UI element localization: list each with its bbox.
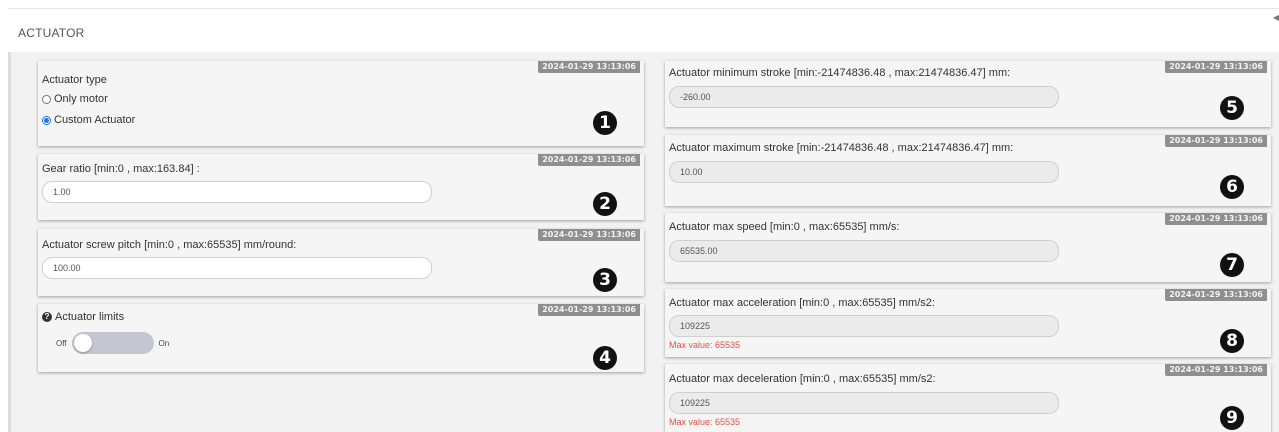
callout-number-6: 6: [1220, 175, 1244, 199]
actuator-limits-label: Actuator limits: [55, 311, 125, 323]
radio-label: Only motor: [54, 93, 108, 105]
max-stroke-label: Actuator maximum stroke [min:-21474836.4…: [669, 142, 1014, 154]
timestamp-badge: 2024-01-29 13:13:06: [1165, 213, 1267, 225]
panel-title: ACTUATOR: [18, 26, 85, 40]
min-stroke-input[interactable]: -260.00: [669, 86, 1059, 108]
max-deceleration-label: Actuator max deceleration [min:0 , max:6…: [669, 373, 936, 385]
callout-number-3: 3: [593, 268, 617, 292]
max-acceleration-label: Actuator max acceleration [min:0 , max:6…: [669, 297, 935, 309]
max-stroke-input[interactable]: 10.00: [669, 161, 1059, 183]
min-stroke-label: Actuator minimum stroke [min:-21474836.4…: [669, 67, 1011, 79]
min-stroke-card: 2024-01-29 13:13:06 Actuator minimum str…: [665, 61, 1271, 127]
max-acceleration-error: Max value: 65535: [669, 340, 741, 350]
actuator-limits-label-row: ? Actuator limits: [42, 311, 124, 323]
max-deceleration-card: 2024-01-29 13:13:06 Actuator max deceler…: [665, 364, 1271, 432]
gear-ratio-label: Gear ratio [min:0 , max:163.84] :: [42, 163, 200, 175]
callout-number-4: 4: [593, 346, 617, 370]
radio-button-selected-icon[interactable]: [42, 115, 51, 125]
callout-number-7: 7: [1220, 253, 1244, 277]
callout-number-9: 9: [1220, 406, 1244, 430]
actuator-type-card: 2024-01-29 13:13:06 Actuator type Only m…: [38, 61, 644, 146]
max-deceleration-input[interactable]: 109225: [669, 392, 1059, 414]
max-speed-card: 2024-01-29 13:13:06 Actuator max speed […: [665, 213, 1271, 282]
gear-ratio-input[interactable]: 1.00: [42, 181, 432, 203]
radio-only-motor[interactable]: Only motor: [42, 93, 108, 105]
panel-header[interactable]: ACTUATOR ◀: [8, 8, 1279, 53]
question-circle-icon[interactable]: ?: [42, 312, 52, 323]
timestamp-badge: 2024-01-29 13:13:06: [538, 229, 640, 241]
screw-pitch-card: 2024-01-29 13:13:06 Actuator screw pitch…: [38, 229, 644, 296]
timestamp-badge: 2024-01-29 13:13:06: [1165, 289, 1267, 301]
callout-number-5: 5: [1220, 96, 1244, 120]
timestamp-badge: 2024-01-29 13:13:06: [1165, 364, 1267, 376]
toggle-knob[interactable]: [73, 334, 92, 352]
max-speed-label: Actuator max speed [min:0 , max:65535] m…: [669, 221, 900, 233]
radio-custom-actuator[interactable]: Custom Actuator: [42, 114, 135, 126]
screw-pitch-label: Actuator screw pitch [min:0 , max:65535]…: [42, 239, 297, 251]
actuator-limits-toggle-row: Off On: [56, 332, 169, 354]
actuator-limits-card: 2024-01-29 13:13:06 ? Actuator limits Off…: [38, 304, 644, 372]
callout-number-2: 2: [593, 192, 617, 216]
toggle-on-label: On: [158, 338, 170, 348]
actuator-type-label: Actuator type: [42, 74, 107, 86]
timestamp-badge: 2024-01-29 13:13:06: [1165, 135, 1267, 147]
actuator-panel: ACTUATOR ◀ 2024-01-29 13:13:06 Actuator …: [8, 8, 1279, 432]
max-acceleration-input[interactable]: 109225: [669, 315, 1059, 337]
timestamp-badge: 2024-01-29 13:13:06: [1165, 61, 1267, 73]
callout-number-1: 1: [593, 111, 617, 135]
timestamp-badge: 2024-01-29 13:13:06: [538, 304, 640, 316]
actuator-limits-toggle[interactable]: [71, 332, 154, 354]
timestamp-badge: 2024-01-29 13:13:06: [538, 154, 640, 166]
radio-button-icon[interactable]: [42, 94, 51, 104]
max-speed-input[interactable]: 65535.00: [669, 240, 1059, 262]
radio-label: Custom Actuator: [54, 114, 136, 126]
caret-left-icon[interactable]: ◀: [1273, 13, 1279, 22]
max-acceleration-card: 2024-01-29 13:13:06 Actuator max acceler…: [665, 289, 1271, 357]
screw-pitch-input[interactable]: 100.00: [42, 257, 432, 279]
callout-number-8: 8: [1220, 329, 1244, 353]
toggle-off-label: Off: [56, 338, 67, 348]
gear-ratio-card: 2024-01-29 13:13:06 Gear ratio [min:0 , …: [38, 154, 644, 220]
panel-body: 2024-01-29 13:13:06 Actuator type Only m…: [8, 52, 1279, 432]
max-deceleration-error: Max value: 65535: [669, 417, 741, 427]
timestamp-badge: 2024-01-29 13:13:06: [538, 61, 640, 73]
max-stroke-card: 2024-01-29 13:13:06 Actuator maximum str…: [665, 135, 1271, 206]
